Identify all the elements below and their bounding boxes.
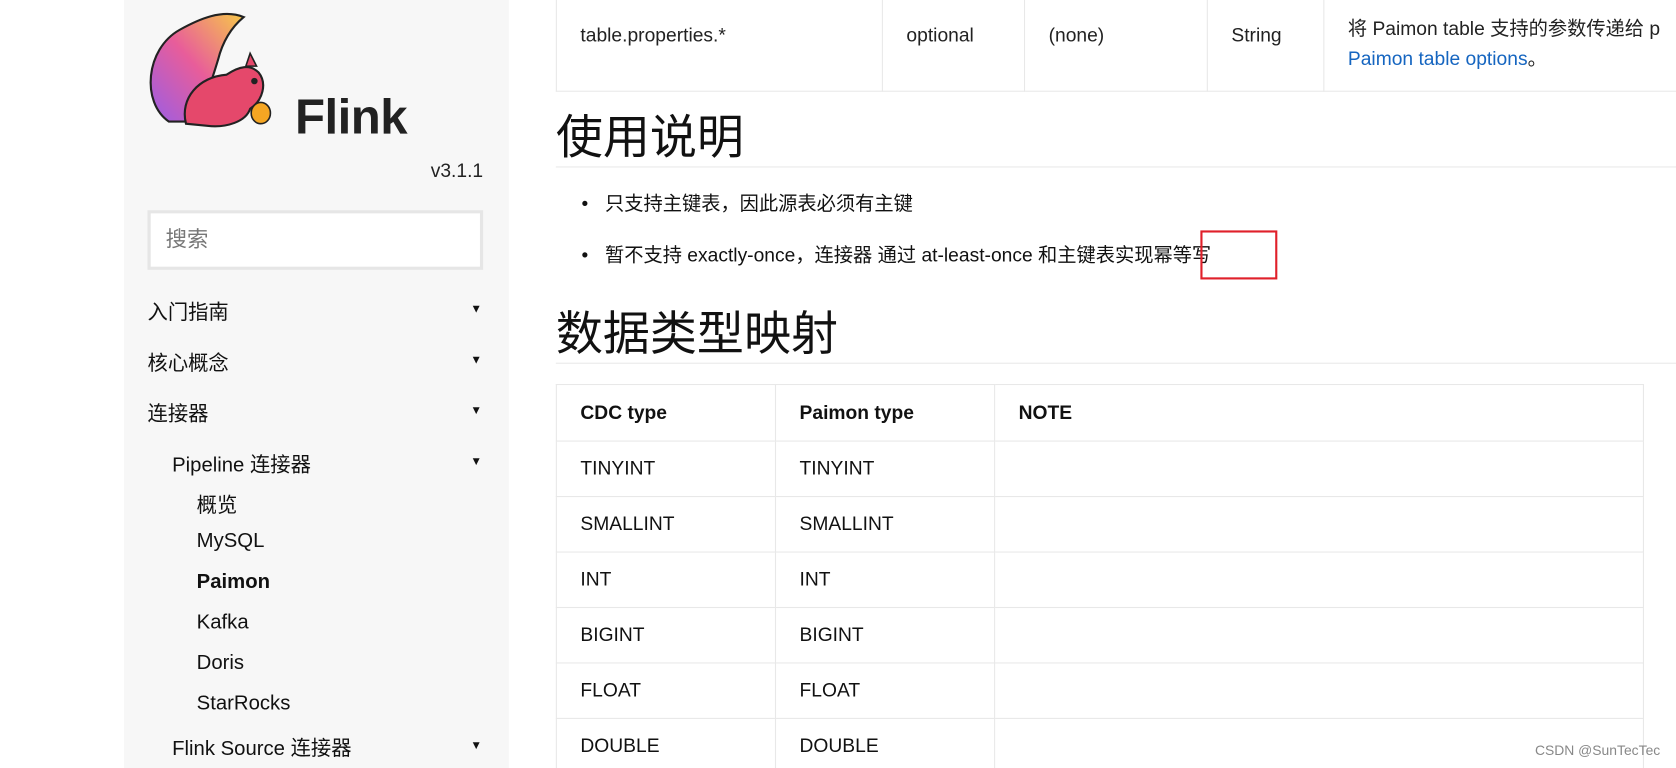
nav-item-kafka[interactable]: Kafka	[197, 611, 249, 634]
highlight-annotation-box	[1200, 230, 1278, 280]
nav-label: Paimon	[196, 570, 271, 594]
table-header-row: CDC type Paimon type NOTE	[555, 384, 1644, 442]
logo-text: Flink	[295, 88, 408, 145]
table-row: INT INT	[555, 551, 1644, 609]
nav-label: Kafka	[196, 611, 249, 634]
list-item: 只支持主键表，因此源表必须有主键	[556, 191, 1211, 242]
nav-item-overview[interactable]: 概览	[197, 490, 238, 519]
caret-down-icon[interactable]: ▼	[470, 354, 482, 367]
cdc-type-cell: FLOAT	[555, 662, 777, 719]
nav-label: StarRocks	[196, 692, 291, 715]
note-cell	[994, 662, 1644, 719]
list-item: 暂不支持 exactly-once，连接器 通过 at-least-once 和…	[556, 242, 1211, 293]
paimon-type-cell: FLOAT	[774, 662, 996, 719]
table-row: TINYINT TINYINT	[555, 440, 1644, 498]
nav-label: Pipeline 连接器	[172, 454, 311, 477]
note-cell	[994, 551, 1644, 609]
paimon-type-cell: DOUBLE	[774, 717, 996, 768]
note-cell	[994, 496, 1644, 553]
table-row: DOUBLE DOUBLE	[555, 717, 1644, 768]
nav-item-doris[interactable]: Doris	[197, 652, 244, 675]
table-row: SMALLINT SMALLINT	[555, 496, 1644, 553]
nav-item-core-concepts[interactable]: 核心概念	[148, 348, 229, 377]
paimon-type-cell: BIGINT	[774, 606, 996, 664]
option-default: (none)	[1024, 0, 1208, 92]
description-text: 将 Paimon table 支持的参数传递给 p	[1347, 18, 1661, 40]
nav-item-getting-started[interactable]: 入门指南	[148, 297, 229, 326]
sidebar: Flink v3.1.1 入门指南 ▼ 核心概念 ▼ 连接器 ▼ Pipelin…	[123, 0, 509, 768]
option-key: table.properties.*	[555, 0, 883, 92]
nav-item-flink-source-connectors[interactable]: Flink Source 连接器	[172, 733, 351, 762]
column-header: CDC type	[555, 384, 777, 442]
paimon-table-options-link[interactable]: Paimon table options	[1348, 48, 1528, 69]
type-mapping-table: CDC type Paimon type NOTE TINYINT TINYIN…	[555, 384, 1644, 768]
search-box[interactable]	[147, 210, 484, 270]
nav-item-mysql[interactable]: MySQL	[197, 530, 265, 553]
search-input[interactable]	[163, 226, 468, 254]
nav-label: 连接器	[147, 403, 209, 426]
paimon-type-cell: INT	[774, 551, 996, 609]
nav-item-pipeline-connectors[interactable]: Pipeline 连接器	[172, 449, 311, 478]
usage-heading: 使用说明	[555, 111, 1676, 168]
option-type: String	[1206, 0, 1325, 92]
cdc-type-cell: TINYINT	[555, 440, 777, 498]
table-row: table.properties.* optional (none) Strin…	[555, 0, 1676, 92]
nav-item-paimon[interactable]: Paimon	[197, 571, 270, 594]
usage-list: 只支持主键表，因此源表必须有主键 暂不支持 exactly-once，连接器 通…	[556, 191, 1211, 293]
caret-down-icon[interactable]: ▼	[470, 404, 482, 417]
type-mapping-heading: 数据类型映射	[555, 307, 1676, 364]
caret-down-icon[interactable]: ▼	[470, 455, 482, 468]
nav-label: 入门指南	[147, 301, 229, 325]
nav-item-starrocks[interactable]: StarRocks	[197, 692, 291, 715]
cdc-type-cell: DOUBLE	[555, 717, 777, 768]
squirrel-logo-icon	[149, 12, 272, 128]
paimon-type-cell: SMALLINT	[774, 496, 996, 553]
column-header: Paimon type	[774, 384, 996, 442]
cdc-type-cell: BIGINT	[555, 606, 777, 664]
page: Flink v3.1.1 入门指南 ▼ 核心概念 ▼ 连接器 ▼ Pipelin…	[0, 0, 1676, 768]
note-cell	[994, 606, 1644, 664]
nav-label: 核心概念	[147, 353, 229, 376]
table-row: FLOAT FLOAT	[555, 662, 1644, 719]
caret-down-icon[interactable]: ▼	[470, 303, 482, 316]
caret-down-icon[interactable]: ▼	[470, 739, 482, 752]
column-header: NOTE	[994, 384, 1644, 442]
nav-item-connectors[interactable]: 连接器	[148, 398, 209, 427]
nav-label: MySQL	[196, 530, 265, 553]
paimon-type-cell: TINYINT	[774, 440, 996, 498]
flink-logo[interactable]: Flink	[148, 6, 408, 144]
note-cell	[994, 440, 1644, 498]
table-row: BIGINT BIGINT	[555, 606, 1644, 664]
cdc-type-cell: INT	[555, 551, 777, 609]
version-label: v3.1.1	[430, 160, 484, 182]
nav-label: Flink Source 连接器	[172, 738, 352, 761]
options-table: table.properties.* optional (none) Strin…	[555, 0, 1676, 92]
description-suffix: 。	[1527, 48, 1547, 70]
cdc-type-cell: SMALLINT	[555, 496, 777, 553]
option-required: optional	[881, 0, 1026, 92]
option-description: 将 Paimon table 支持的参数传递给 p Paimon table o…	[1323, 0, 1676, 92]
watermark: CSDN @SunTecTec	[1534, 742, 1661, 759]
nav-label: 概览	[196, 494, 238, 518]
nav-label: Doris	[196, 651, 245, 675]
